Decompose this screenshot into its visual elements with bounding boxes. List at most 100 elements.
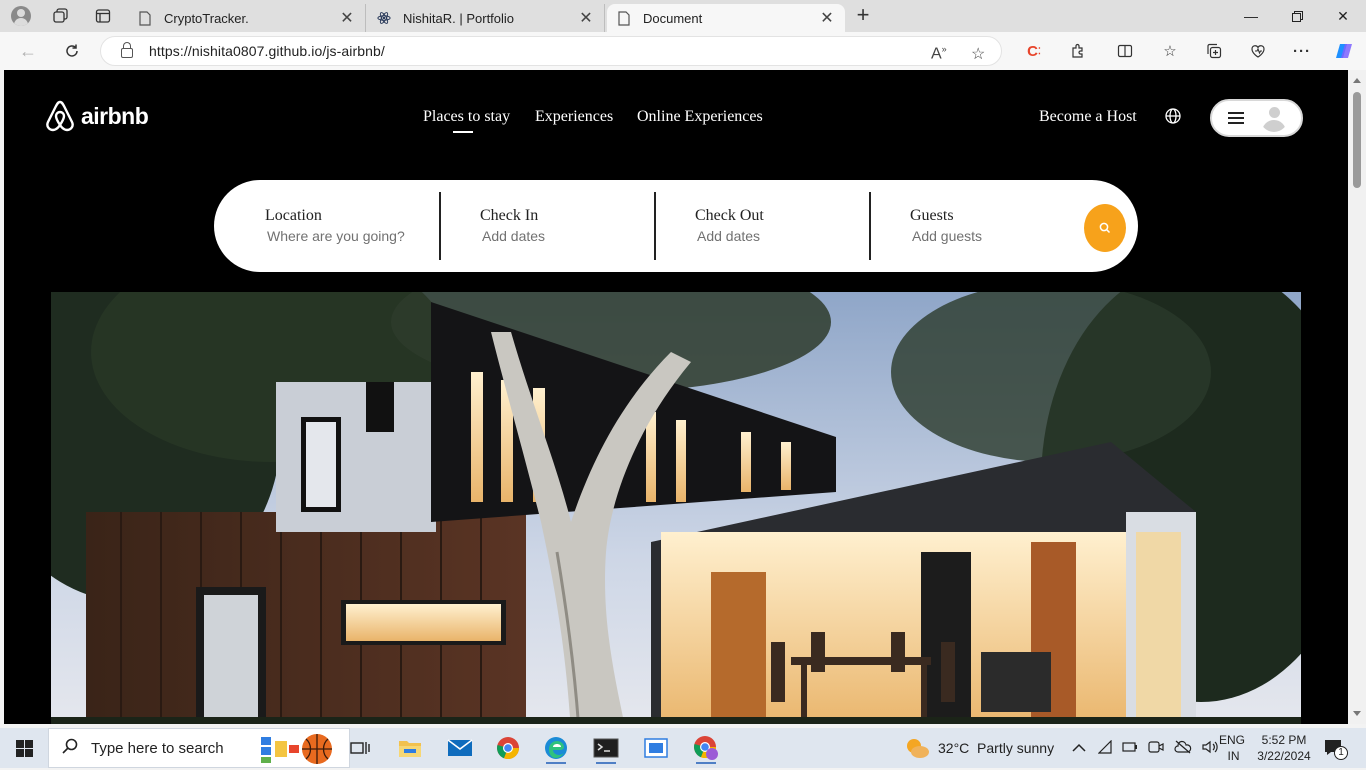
scroll-down-icon[interactable] [1353, 711, 1361, 716]
web-page: airbnb Places to stay Experiences Online… [4, 70, 1348, 724]
battery-icon[interactable] [1122, 740, 1138, 756]
tab-title: NishitaR. | Portfolio [403, 10, 515, 26]
location-label: Location [265, 207, 322, 224]
check-in-label: Check In [480, 207, 539, 224]
terminal-icon[interactable] [584, 732, 628, 764]
search-button[interactable] [1084, 204, 1126, 252]
tab-title: CryptoTracker. [164, 10, 249, 26]
nav-experiences[interactable]: Experiences [535, 108, 613, 126]
close-window-button[interactable]: ✕ [1320, 0, 1366, 32]
read-aloud-icon[interactable]: A» [931, 44, 947, 63]
avatar-icon [1260, 104, 1288, 132]
tab-document[interactable]: Document ✕ [607, 4, 845, 32]
workspaces-button[interactable] [44, 0, 78, 32]
system-tray-icons [1097, 728, 1220, 768]
favorites-icon[interactable]: ☆ [1156, 39, 1184, 63]
edge-icon[interactable] [534, 732, 578, 764]
tab-portfolio[interactable]: NishitaR. | Portfolio ✕ [367, 4, 605, 32]
nav-online-experiences[interactable]: Online Experiences [637, 108, 763, 126]
weather-widget[interactable]: 32°C Partly sunny [904, 728, 1054, 768]
location-placeholder: Where are you going? [267, 228, 405, 244]
address-bar[interactable]: https://nishita0807.github.io/js-airbnb/… [100, 36, 1002, 66]
scroll-thumb[interactable] [1353, 92, 1361, 188]
mail-icon[interactable] [438, 732, 482, 764]
weather-text: 32°C Partly sunny [938, 740, 1055, 756]
page-scrollbar[interactable] [1348, 70, 1366, 724]
more-options-icon[interactable]: ··· [1288, 39, 1316, 63]
file-explorer-icon[interactable] [388, 732, 432, 764]
check-out-placeholder: Add dates [697, 228, 761, 244]
taskbar-search-placeholder: Type here to search [91, 739, 224, 757]
search-bar: Location Where are you going? Check In A… [214, 180, 1138, 272]
guests-label: Guests [910, 207, 954, 224]
clock-date: 3/22/2024 [1257, 749, 1311, 763]
tab-cryptotracker[interactable]: CryptoTracker. ✕ [128, 4, 366, 32]
location-field[interactable]: Location Where are you going? [265, 207, 405, 244]
refresh-button[interactable] [58, 39, 86, 63]
workspaces-icon [53, 8, 68, 23]
profile-button[interactable] [4, 0, 38, 32]
tab-title: Document [643, 10, 703, 26]
close-tab-icon[interactable]: ✕ [578, 8, 594, 28]
globe-icon[interactable] [1165, 108, 1181, 124]
chrome-icon[interactable] [486, 732, 530, 764]
chrome-profile-icon[interactable] [684, 732, 728, 764]
collections-icon[interactable] [1200, 39, 1228, 63]
split-screen-icon[interactable] [1111, 39, 1139, 63]
windows-taskbar: Type here to search 32°C Partly sunny EN… [0, 728, 1366, 768]
minimize-button[interactable]: — [1228, 0, 1274, 32]
restore-button[interactable] [1274, 0, 1320, 32]
extension-c-icon[interactable]: C ⁚ [1020, 39, 1048, 63]
refresh-icon [66, 44, 78, 57]
browser-tab-strip: CryptoTracker. ✕ NishitaR. | Portfolio ✕… [0, 0, 1366, 32]
tab-actions-button[interactable] [86, 0, 120, 32]
scroll-up-icon[interactable] [1353, 78, 1361, 83]
search-icon [61, 737, 79, 760]
search-highlight-icon[interactable] [259, 733, 339, 770]
lock-icon [121, 42, 133, 58]
check-out-field[interactable]: Check Out Add dates [695, 207, 764, 244]
task-view-icon[interactable] [338, 732, 382, 764]
notification-center-button[interactable]: 1 [1324, 728, 1348, 768]
volume-icon[interactable] [1202, 740, 1220, 757]
cloud-offline-icon[interactable] [1174, 740, 1192, 757]
app-window-icon[interactable] [634, 732, 678, 764]
divider [439, 192, 441, 260]
restore-icon [1291, 10, 1303, 22]
language-indicator[interactable]: ENG IN [1219, 728, 1245, 768]
profile-icon [11, 6, 31, 26]
check-in-field[interactable]: Check In Add dates [480, 207, 545, 244]
airbnb-logo-icon [46, 100, 74, 132]
back-button[interactable]: ← [14, 39, 42, 63]
clock[interactable]: 5:52 PM 3/22/2024 [1256, 728, 1312, 768]
airbnb-logo[interactable]: airbnb [45, 100, 149, 132]
page-icon [138, 10, 152, 26]
close-tab-icon[interactable]: ✕ [339, 8, 355, 28]
notification-count: 1 [1334, 746, 1348, 760]
show-hidden-icons[interactable] [1072, 728, 1086, 768]
nav-places-to-stay[interactable]: Places to stay [423, 108, 510, 133]
new-tab-button[interactable]: + [850, 4, 876, 28]
user-menu-button[interactable] [1210, 99, 1303, 137]
divider [654, 192, 656, 260]
extensions-icon[interactable] [1064, 39, 1092, 63]
guests-field[interactable]: Guests Add guests [910, 207, 982, 244]
page-icon [617, 10, 631, 26]
network-icon[interactable] [1097, 739, 1112, 757]
close-tab-icon[interactable]: ✕ [819, 8, 835, 28]
hero-image [51, 292, 1301, 724]
language-text: ENG [1219, 733, 1246, 747]
windows-start-icon[interactable] [16, 740, 33, 757]
tab-actions-icon [95, 9, 111, 23]
region-text: IN [1227, 749, 1240, 763]
taskbar-search-box[interactable]: Type here to search [48, 728, 350, 768]
become-a-host-link[interactable]: Become a Host [1039, 108, 1137, 126]
favorite-star-icon[interactable]: ☆ [971, 44, 985, 64]
copilot-icon[interactable] [1330, 39, 1358, 63]
meet-now-icon[interactable] [1148, 740, 1164, 757]
react-icon [377, 10, 391, 26]
browser-essentials-icon[interactable] [1244, 39, 1272, 63]
url-text: https://nishita0807.github.io/js-airbnb/ [149, 43, 385, 59]
check-in-placeholder: Add dates [482, 228, 546, 244]
divider [869, 192, 871, 260]
